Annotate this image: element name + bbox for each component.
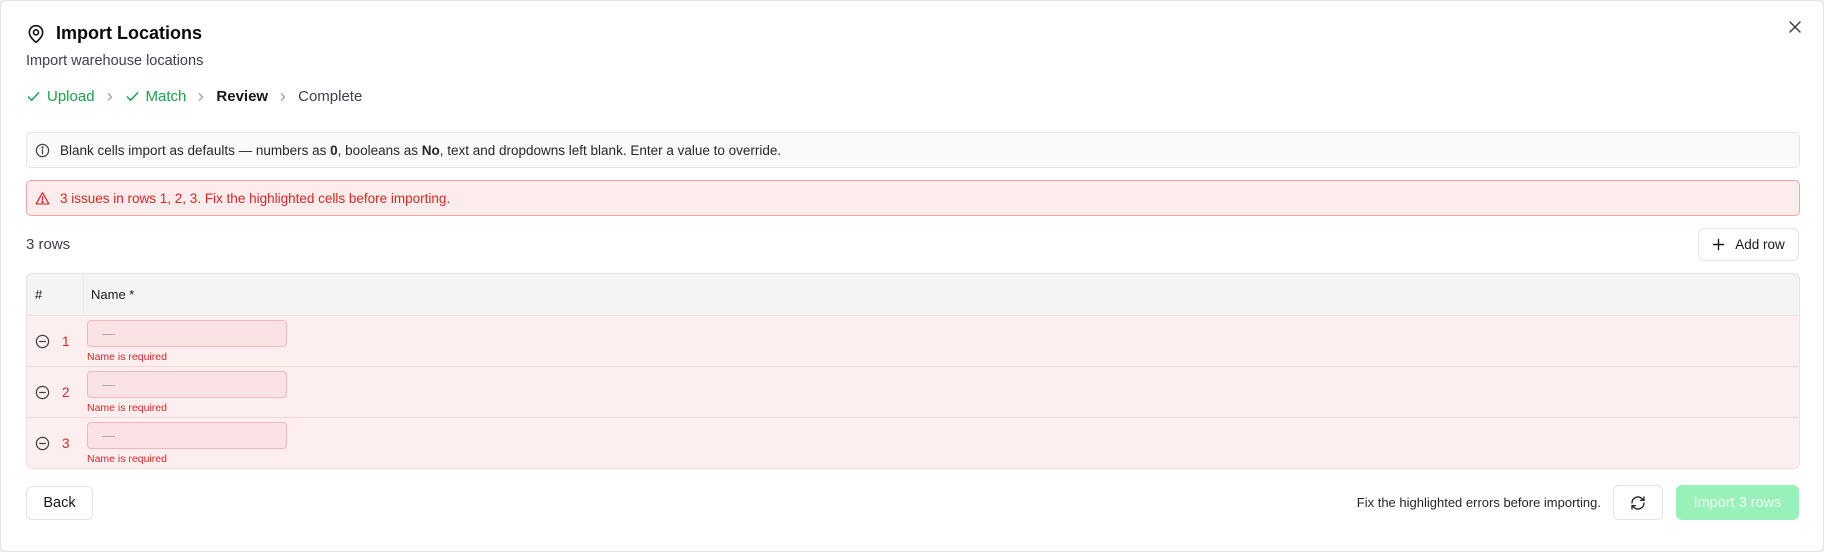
back-button[interactable]: Back (26, 486, 93, 520)
refresh-icon (1631, 495, 1645, 510)
row-number: 1 (62, 333, 70, 349)
check-icon (126, 92, 138, 101)
step-label: Match (145, 88, 187, 105)
table-header: # Name * (27, 274, 1799, 316)
info-icon (35, 143, 50, 157)
step-label: Review (216, 88, 269, 105)
field-error: Name is required (87, 453, 167, 465)
step-match: Match (125, 88, 187, 105)
close-button[interactable] (1783, 15, 1807, 39)
import-dialog: Import Locations Import warehouse locati… (0, 0, 1824, 552)
step-review: Review (216, 88, 268, 105)
dialog-header: Import Locations Import warehouse locati… (26, 23, 203, 69)
info-text: Blank cells import as defaults — numbers… (60, 142, 782, 158)
import-button[interactable]: Import 3 rows (1676, 485, 1799, 520)
rows-count: 3 rows (26, 236, 71, 253)
plus-icon (1712, 238, 1725, 251)
map-pin-icon (28, 24, 44, 43)
add-row-button[interactable]: Add row (1698, 228, 1799, 261)
info-banner: Blank cells import as defaults — numbers… (26, 132, 1800, 168)
step-label: Upload (47, 88, 95, 105)
warning-icon (35, 191, 50, 205)
add-row-label: Add row (1735, 237, 1785, 252)
row-number: 3 (62, 436, 70, 451)
row-number: 2 (62, 384, 70, 400)
close-icon (1789, 21, 1801, 33)
minus-circle-icon (35, 334, 50, 348)
footer-note: Fix the highlighted errors before import… (1356, 495, 1601, 510)
step-complete: Complete (298, 88, 362, 105)
field-error: Name is required (87, 351, 167, 363)
column-header-num: # (27, 274, 84, 315)
dialog-subtitle: Import warehouse locations (26, 53, 204, 69)
review-table: # Name * 1 Name is required 2 Name is re… (26, 273, 1800, 469)
stepper: Upload Match Review Complete (26, 88, 362, 105)
refresh-button[interactable] (1613, 485, 1663, 520)
field-error: Name is required (87, 402, 167, 414)
remove-row-button[interactable] (35, 334, 50, 349)
minus-circle-icon (35, 385, 50, 399)
name-input[interactable] (87, 422, 287, 449)
table-row: 2 Name is required (27, 367, 1799, 418)
check-icon (27, 92, 40, 101)
remove-row-button[interactable] (35, 436, 50, 451)
minus-circle-icon (35, 436, 50, 451)
error-banner-text: 3 issues in rows 1, 2, 3. Fix the highli… (60, 190, 451, 206)
step-upload: Upload (26, 88, 95, 105)
step-label: Complete (298, 88, 363, 105)
name-input[interactable] (87, 320, 287, 347)
chevron-right-icon (105, 92, 115, 102)
dialog-title: Import Locations (56, 23, 203, 43)
chevron-right-icon (196, 92, 206, 102)
error-banner: 3 issues in rows 1, 2, 3. Fix the highli… (26, 180, 1800, 216)
chevron-right-icon (278, 92, 288, 102)
column-header-name: Name * (91, 287, 135, 302)
remove-row-button[interactable] (35, 385, 50, 400)
table-row: 3 Name is required (27, 418, 1799, 468)
table-row: 1 Name is required (27, 316, 1799, 367)
name-input[interactable] (87, 371, 287, 398)
